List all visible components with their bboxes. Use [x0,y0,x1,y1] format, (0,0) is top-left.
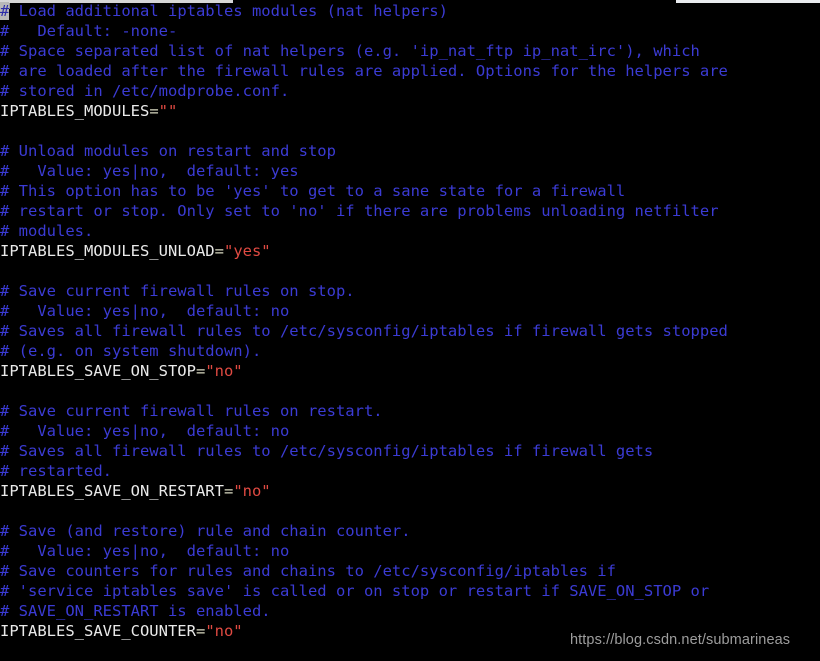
comment-text: # Value: yes|no, default: no [0,542,290,560]
config-variable-name: IPTABLES_SAVE_COUNTER [0,622,196,640]
comment-line: # Saves all firewall rules to /etc/sysco… [0,321,820,341]
comment-text: # SAVE_ON_RESTART is enabled. [0,602,271,620]
comment-line: # This option has to be 'yes' to get to … [0,181,820,201]
comment-line: # Save (and restore) rule and chain coun… [0,521,820,541]
comment-line: # Save current firewall rules on restart… [0,401,820,421]
config-variable-value: "no" [205,362,243,380]
comment-text: # Value: yes|no, default: yes [0,162,299,180]
comment-line: # Unload modules on restart and stop [0,141,820,161]
comment-line: # restarted. [0,461,820,481]
comment-line: # Saves all firewall rules to /etc/sysco… [0,441,820,461]
comment-text: # Saves all firewall rules to /etc/sysco… [0,442,654,460]
comment-text: # Default: -none- [0,22,178,40]
comment-line: # Save counters for rules and chains to … [0,561,820,581]
comment-text: # (e.g. on system shutdown). [0,342,262,360]
config-assign-operator: = [223,482,234,500]
config-assignment-line: IPTABLES_MODULES="" [0,101,820,121]
comment-line: # modules. [0,221,820,241]
text-cursor[interactable]: # [0,2,10,20]
config-assignment-line: IPTABLES_MODULES_UNLOAD="yes" [0,241,820,261]
comment-text: # restart or stop. Only set to 'no' if t… [0,202,719,220]
comment-line: # 'service iptables save' is called or o… [0,581,820,601]
comment-text: # Saves all firewall rules to /etc/sysco… [0,322,728,340]
comment-line: # Space separated list of nat helpers (e… [0,41,820,61]
config-variable-name: IPTABLES_SAVE_ON_RESTART [0,482,224,500]
comment-text: # Unload modules on restart and stop [0,142,336,160]
comment-text: Load additional iptables modules (nat he… [9,2,448,20]
comment-text: # 'service iptables save' is called or o… [0,582,710,600]
comment-text: # Space separated list of nat helpers (e… [0,42,700,60]
comment-text: # This option has to be 'yes' to get to … [0,182,626,200]
comment-line: # restart or stop. Only set to 'no' if t… [0,201,820,221]
terminal-window[interactable]: # Load additional iptables modules (nat … [0,0,820,661]
terminal-text-buffer[interactable]: # Load additional iptables modules (nat … [0,1,820,641]
comment-text: # Save current firewall rules on restart… [0,402,383,420]
comment-text: # restarted. [0,462,112,480]
comment-line: # Save current firewall rules on stop. [0,281,820,301]
config-assign-operator: = [195,622,206,640]
config-assignment-line: IPTABLES_SAVE_ON_RESTART="no" [0,481,820,501]
config-variable-name: IPTABLES_MODULES_UNLOAD [0,242,215,260]
comment-text: # Save current firewall rules on stop. [0,282,355,300]
comment-line: # Default: -none- [0,21,820,41]
comment-line: # SAVE_ON_RESTART is enabled. [0,601,820,621]
comment-line: # Load additional iptables modules (nat … [0,1,820,21]
watermark-url: https://blog.csdn.net/submarineas [570,632,791,648]
config-assignment-line: IPTABLES_SAVE_ON_STOP="no" [0,361,820,381]
comment-line: # Value: yes|no, default: yes [0,161,820,181]
config-assign-operator: = [214,242,224,260]
comment-text: # Save (and restore) rule and chain coun… [0,522,411,540]
config-variable-name: IPTABLES_SAVE_ON_STOP [0,362,196,380]
config-assign-operator: = [195,362,206,380]
config-variable-value: "" [158,102,178,120]
config-assign-operator: = [149,102,159,120]
comment-text: # Save counters for rules and chains to … [0,562,616,580]
comment-text: # stored in /etc/modprobe.conf. [0,82,290,100]
comment-line: # Value: yes|no, default: no [0,301,820,321]
comment-text: # Value: yes|no, default: no [0,422,290,440]
config-variable-value: "yes" [223,242,271,260]
comment-line: # Value: yes|no, default: no [0,541,820,561]
config-variable-value: "no" [205,622,243,640]
comment-text: # are loaded after the firewall rules ar… [0,62,728,80]
comment-line: # Value: yes|no, default: no [0,421,820,441]
comment-text: # modules. [0,222,94,240]
comment-line: # (e.g. on system shutdown). [0,341,820,361]
comment-line: # are loaded after the firewall rules ar… [0,61,820,81]
comment-text: # Value: yes|no, default: no [0,302,290,320]
config-variable-value: "no" [233,482,271,500]
comment-line: # stored in /etc/modprobe.conf. [0,81,820,101]
config-variable-name: IPTABLES_MODULES [0,102,150,120]
